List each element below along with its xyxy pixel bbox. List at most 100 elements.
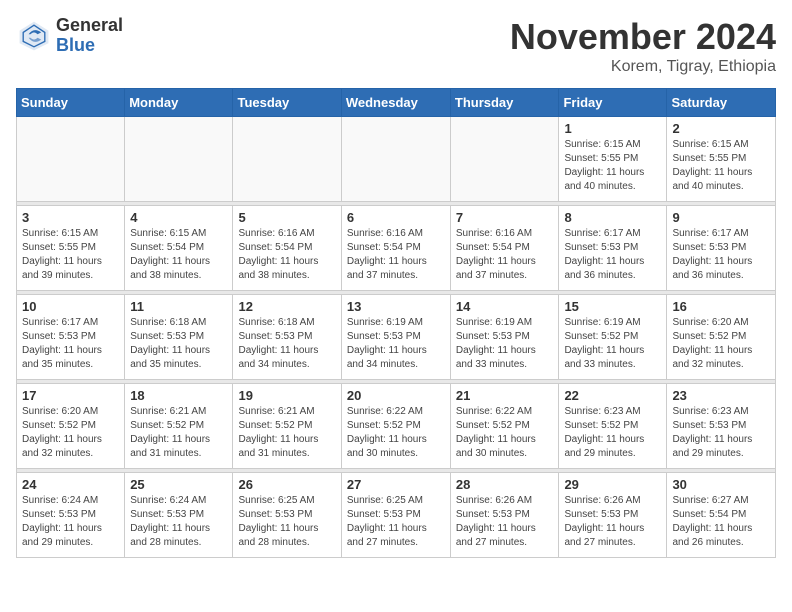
day-number: 7 — [456, 210, 554, 225]
day-cell-1-3: 6 Sunrise: 6:16 AM Sunset: 5:54 PM Daylig… — [341, 206, 450, 291]
col-saturday: Saturday — [667, 89, 776, 117]
day-cell-1-5: 8 Sunrise: 6:17 AM Sunset: 5:53 PM Daylig… — [559, 206, 667, 291]
day-number: 9 — [672, 210, 770, 225]
logo: General Blue — [16, 16, 123, 56]
day-cell-0-4 — [450, 117, 559, 202]
day-info: Sunrise: 6:26 AM Sunset: 5:53 PM Dayligh… — [456, 494, 554, 550]
day-cell-3-6: 23 Sunrise: 6:23 AM Sunset: 5:53 PM Dayli… — [667, 384, 776, 469]
day-number: 1 — [564, 121, 661, 136]
calendar: Sunday Monday Tuesday Wednesday Thursday… — [16, 88, 776, 558]
day-cell-2-5: 15 Sunrise: 6:19 AM Sunset: 5:52 PM Dayli… — [559, 295, 667, 380]
day-cell-2-1: 11Sunrise: 6:18 AM Sunset: 5:53 PM Dayli… — [125, 295, 233, 380]
day-cell-0-3 — [341, 117, 450, 202]
day-number: 28 — [456, 477, 554, 492]
day-cell-4-2: 26 Sunrise: 6:25 AM Sunset: 5:53 PM Dayli… — [233, 473, 341, 558]
day-number: 4 — [130, 210, 227, 225]
col-sunday: Sunday — [17, 89, 125, 117]
month-title: November 2024 — [510, 16, 776, 58]
day-number: 25 — [130, 477, 227, 492]
day-info: Sunrise: 6:25 AM Sunset: 5:53 PM Dayligh… — [238, 494, 335, 550]
day-cell-3-3: 20 Sunrise: 6:22 AM Sunset: 5:52 PM Dayli… — [341, 384, 450, 469]
day-info: Sunrise: 6:25 AM Sunset: 5:53 PM Dayligh… — [347, 494, 445, 550]
day-cell-0-2 — [233, 117, 341, 202]
day-cell-1-0: 3 Sunrise: 6:15 AM Sunset: 5:55 PM Daylig… — [17, 206, 125, 291]
day-info: Sunrise: 6:15 AM Sunset: 5:55 PM Dayligh… — [22, 227, 119, 283]
day-info: Sunrise: 6:20 AM Sunset: 5:52 PM Dayligh… — [22, 405, 119, 461]
week-row-3: 17 Sunrise: 6:20 AM Sunset: 5:52 PM Dayli… — [17, 384, 776, 469]
calendar-header-row: Sunday Monday Tuesday Wednesday Thursday… — [17, 89, 776, 117]
day-info: Sunrise: 6:21 AM Sunset: 5:52 PM Dayligh… — [130, 405, 227, 461]
day-number: 17 — [22, 388, 119, 403]
day-number: 6 — [347, 210, 445, 225]
day-info: Sunrise: 6:19 AM Sunset: 5:53 PM Dayligh… — [347, 316, 445, 372]
day-cell-3-2: 19 Sunrise: 6:21 AM Sunset: 5:52 PM Dayli… — [233, 384, 341, 469]
location: Korem, Tigray, Ethiopia — [510, 58, 776, 76]
day-info: Sunrise: 6:26 AM Sunset: 5:53 PM Dayligh… — [564, 494, 661, 550]
page-header: General Blue November 2024 Korem, Tigray… — [16, 16, 776, 76]
day-cell-2-6: 16 Sunrise: 6:20 AM Sunset: 5:52 PM Dayli… — [667, 295, 776, 380]
day-number: 5 — [238, 210, 335, 225]
logo-icon — [16, 18, 52, 54]
day-number: 12 — [238, 299, 335, 314]
day-info: Sunrise: 6:17 AM Sunset: 5:53 PM Dayligh… — [564, 227, 661, 283]
day-cell-0-1 — [125, 117, 233, 202]
day-info: Sunrise: 6:22 AM Sunset: 5:52 PM Dayligh… — [456, 405, 554, 461]
day-cell-2-4: 14 Sunrise: 6:19 AM Sunset: 5:53 PM Dayli… — [450, 295, 559, 380]
day-number: 24 — [22, 477, 119, 492]
logo-blue: Blue — [56, 36, 123, 56]
day-cell-4-3: 27Sunrise: 6:25 AM Sunset: 5:53 PM Dayli… — [341, 473, 450, 558]
day-cell-0-6: 2 Sunrise: 6:15 AM Sunset: 5:55 PM Daylig… — [667, 117, 776, 202]
day-number: 13 — [347, 299, 445, 314]
col-thursday: Thursday — [450, 89, 559, 117]
day-number: 21 — [456, 388, 554, 403]
day-info: Sunrise: 6:20 AM Sunset: 5:52 PM Dayligh… — [672, 316, 770, 372]
week-row-0: 1 Sunrise: 6:15 AM Sunset: 5:55 PM Daylig… — [17, 117, 776, 202]
day-info: Sunrise: 6:19 AM Sunset: 5:53 PM Dayligh… — [456, 316, 554, 372]
day-number: 8 — [564, 210, 661, 225]
day-info: Sunrise: 6:18 AM Sunset: 5:53 PM Dayligh… — [130, 316, 227, 372]
day-info: Sunrise: 6:22 AM Sunset: 5:52 PM Dayligh… — [347, 405, 445, 461]
day-number: 22 — [564, 388, 661, 403]
day-info: Sunrise: 6:24 AM Sunset: 5:53 PM Dayligh… — [22, 494, 119, 550]
week-row-4: 24 Sunrise: 6:24 AM Sunset: 5:53 PM Dayli… — [17, 473, 776, 558]
day-info: Sunrise: 6:16 AM Sunset: 5:54 PM Dayligh… — [456, 227, 554, 283]
day-number: 30 — [672, 477, 770, 492]
day-info: Sunrise: 6:23 AM Sunset: 5:52 PM Dayligh… — [564, 405, 661, 461]
day-info: Sunrise: 6:23 AM Sunset: 5:53 PM Dayligh… — [672, 405, 770, 461]
col-tuesday: Tuesday — [233, 89, 341, 117]
day-cell-4-1: 25Sunrise: 6:24 AM Sunset: 5:53 PM Dayli… — [125, 473, 233, 558]
day-number: 23 — [672, 388, 770, 403]
day-number: 19 — [238, 388, 335, 403]
day-info: Sunrise: 6:19 AM Sunset: 5:52 PM Dayligh… — [564, 316, 661, 372]
day-number: 26 — [238, 477, 335, 492]
day-number: 20 — [347, 388, 445, 403]
logo-general: General — [56, 16, 123, 36]
day-info: Sunrise: 6:15 AM Sunset: 5:55 PM Dayligh… — [672, 138, 770, 194]
logo-text: General Blue — [56, 16, 123, 56]
day-info: Sunrise: 6:15 AM Sunset: 5:55 PM Dayligh… — [564, 138, 661, 194]
day-number: 2 — [672, 121, 770, 136]
week-row-1: 3 Sunrise: 6:15 AM Sunset: 5:55 PM Daylig… — [17, 206, 776, 291]
day-cell-3-1: 18Sunrise: 6:21 AM Sunset: 5:52 PM Dayli… — [125, 384, 233, 469]
col-monday: Monday — [125, 89, 233, 117]
day-number: 3 — [22, 210, 119, 225]
col-friday: Friday — [559, 89, 667, 117]
day-info: Sunrise: 6:16 AM Sunset: 5:54 PM Dayligh… — [347, 227, 445, 283]
col-wednesday: Wednesday — [341, 89, 450, 117]
day-info: Sunrise: 6:21 AM Sunset: 5:52 PM Dayligh… — [238, 405, 335, 461]
day-number: 10 — [22, 299, 119, 314]
day-cell-2-3: 13 Sunrise: 6:19 AM Sunset: 5:53 PM Dayli… — [341, 295, 450, 380]
day-number: 16 — [672, 299, 770, 314]
day-cell-2-0: 10 Sunrise: 6:17 AM Sunset: 5:53 PM Dayli… — [17, 295, 125, 380]
day-cell-1-4: 7 Sunrise: 6:16 AM Sunset: 5:54 PM Daylig… — [450, 206, 559, 291]
day-number: 15 — [564, 299, 661, 314]
day-cell-4-4: 28 Sunrise: 6:26 AM Sunset: 5:53 PM Dayli… — [450, 473, 559, 558]
day-number: 14 — [456, 299, 554, 314]
week-row-2: 10 Sunrise: 6:17 AM Sunset: 5:53 PM Dayli… — [17, 295, 776, 380]
day-info: Sunrise: 6:16 AM Sunset: 5:54 PM Dayligh… — [238, 227, 335, 283]
day-cell-4-0: 24 Sunrise: 6:24 AM Sunset: 5:53 PM Dayli… — [17, 473, 125, 558]
title-section: November 2024 Korem, Tigray, Ethiopia — [510, 16, 776, 76]
day-info: Sunrise: 6:18 AM Sunset: 5:53 PM Dayligh… — [238, 316, 335, 372]
day-cell-0-0 — [17, 117, 125, 202]
day-info: Sunrise: 6:17 AM Sunset: 5:53 PM Dayligh… — [22, 316, 119, 372]
